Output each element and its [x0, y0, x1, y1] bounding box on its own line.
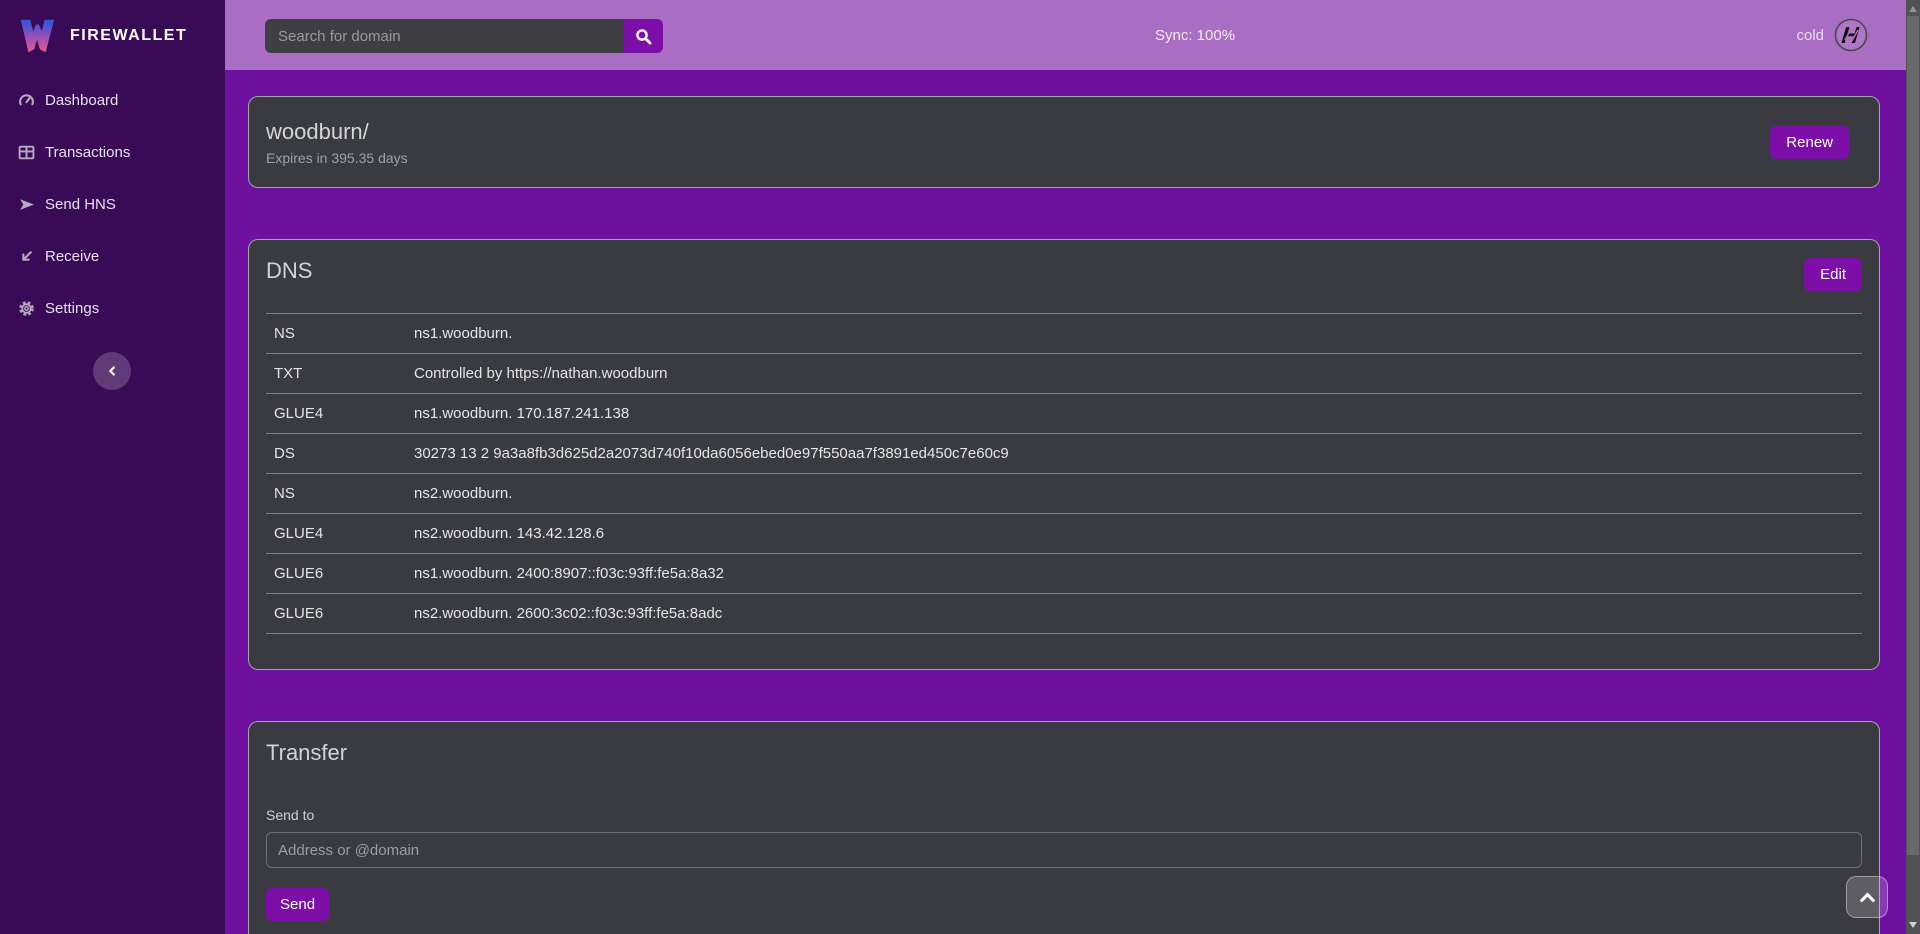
- dns-records-table: NS ns1.woodburn. TXT Controlled by https…: [266, 313, 1862, 634]
- wallet-name: cold: [1796, 27, 1824, 44]
- table-row: NS ns1.woodburn.: [266, 314, 1862, 354]
- transactions-icon: [18, 144, 35, 161]
- table-row: GLUE6 ns1.woodburn. 2400:8907::f03c:93ff…: [266, 554, 1862, 594]
- sidebar-item-label: Send HNS: [45, 196, 116, 213]
- sidebar-item-label: Dashboard: [45, 92, 118, 109]
- search-button[interactable]: [623, 19, 663, 53]
- table-row: GLUE4 ns2.woodburn. 143.42.128.6: [266, 514, 1862, 554]
- dns-record-type: NS: [266, 314, 406, 354]
- table-row: GLUE6 ns2.woodburn. 2600:3c02::f03c:93ff…: [266, 594, 1862, 634]
- dns-record-type: GLUE6: [266, 554, 406, 594]
- sidebar-collapse-button[interactable]: [93, 352, 131, 390]
- domain-search: [265, 19, 663, 53]
- dns-record-value: ns2.woodburn. 2600:3c02::f03c:93ff:fe5a:…: [406, 594, 1862, 634]
- table-row: DS 30273 13 2 9a3a8fb3d625d2a2073d740f10…: [266, 434, 1862, 474]
- dns-record-value: ns2.woodburn. 143.42.128.6: [406, 514, 1862, 554]
- dns-record-value: Controlled by https://nathan.woodburn: [406, 354, 1862, 394]
- table-row: NS ns2.woodburn.: [266, 474, 1862, 514]
- brand-name: FIREWALLET: [70, 27, 187, 45]
- dns-record-value: ns1.woodburn.: [406, 314, 1862, 354]
- dns-record-value: ns2.woodburn.: [406, 474, 1862, 514]
- dns-record-value: ns1.woodburn. 170.187.241.138: [406, 394, 1862, 434]
- search-icon: [635, 28, 652, 45]
- transfer-card: Transfer Send to Send: [248, 721, 1880, 934]
- handshake-logo-icon[interactable]: H: [1833, 17, 1869, 53]
- page-scrollbar[interactable]: [1906, 0, 1920, 934]
- search-input[interactable]: [265, 19, 623, 53]
- dns-record-value: 30273 13 2 9a3a8fb3d625d2a2073d740f10da6…: [406, 434, 1862, 474]
- dns-card: DNS Edit NS ns1.woodburn. TXT Controlled…: [248, 239, 1880, 670]
- dns-record-type: GLUE4: [266, 394, 406, 434]
- topbar: Sync: 100% cold H: [225, 0, 1906, 70]
- transfer-address-input[interactable]: [266, 832, 1862, 868]
- sidebar-item-label: Settings: [45, 300, 99, 317]
- domain-card: woodburn/ Expires in 395.35 days Renew: [248, 96, 1880, 188]
- sidebar: FIREWALLET Dashboard Transactions: [0, 0, 225, 934]
- sidebar-item-send-hns[interactable]: Send HNS: [0, 184, 225, 224]
- page-title: woodburn/: [266, 119, 1770, 145]
- domain-info: woodburn/ Expires in 395.35 days: [266, 119, 1770, 166]
- firewallet-logo-icon: [16, 15, 58, 57]
- dashboard-icon: [18, 92, 35, 109]
- sidebar-item-transactions[interactable]: Transactions: [0, 132, 225, 172]
- sidebar-item-receive[interactable]: Receive: [0, 236, 225, 276]
- dns-record-type: GLUE4: [266, 514, 406, 554]
- scrollbar-up-arrow-icon[interactable]: [1909, 6, 1917, 12]
- scrollbar-thumb[interactable]: [1907, 16, 1919, 855]
- dns-card-header: DNS Edit: [266, 258, 1862, 291]
- main-content: woodburn/ Expires in 395.35 days Renew D…: [225, 70, 1906, 934]
- settings-icon: [18, 300, 35, 317]
- transfer-title: Transfer: [266, 740, 1862, 766]
- dns-record-type: NS: [266, 474, 406, 514]
- sidebar-item-dashboard[interactable]: Dashboard: [0, 80, 225, 120]
- receive-icon: [18, 248, 35, 265]
- send-to-label: Send to: [266, 807, 1862, 823]
- sidebar-item-settings[interactable]: Settings: [0, 288, 225, 328]
- send-button[interactable]: Send: [266, 888, 329, 921]
- send-icon: [18, 196, 35, 213]
- scroll-to-top-button[interactable]: [1846, 876, 1888, 918]
- dns-record-type: DS: [266, 434, 406, 474]
- edit-dns-button[interactable]: Edit: [1804, 258, 1862, 291]
- dns-title: DNS: [266, 258, 312, 284]
- sidebar-item-label: Receive: [45, 248, 99, 265]
- brand[interactable]: FIREWALLET: [0, 0, 225, 70]
- sidebar-nav: Dashboard Transactions Send HNS: [0, 80, 225, 328]
- renew-button[interactable]: Renew: [1770, 126, 1849, 159]
- dns-record-type: TXT: [266, 354, 406, 394]
- domain-expiry: Expires in 395.35 days: [266, 150, 1770, 166]
- chevron-up-icon: [1859, 892, 1875, 908]
- sync-status: Sync: 100%: [1155, 0, 1235, 70]
- wallet-indicator: cold H: [1796, 0, 1869, 70]
- scrollbar-down-arrow-icon[interactable]: [1909, 922, 1917, 928]
- sidebar-item-label: Transactions: [45, 144, 130, 161]
- dns-record-value: ns1.woodburn. 2400:8907::f03c:93ff:fe5a:…: [406, 554, 1862, 594]
- table-row: GLUE4 ns1.woodburn. 170.187.241.138: [266, 394, 1862, 434]
- table-row: TXT Controlled by https://nathan.woodbur…: [266, 354, 1862, 394]
- chevron-left-icon: [105, 364, 119, 378]
- dns-record-type: GLUE6: [266, 594, 406, 634]
